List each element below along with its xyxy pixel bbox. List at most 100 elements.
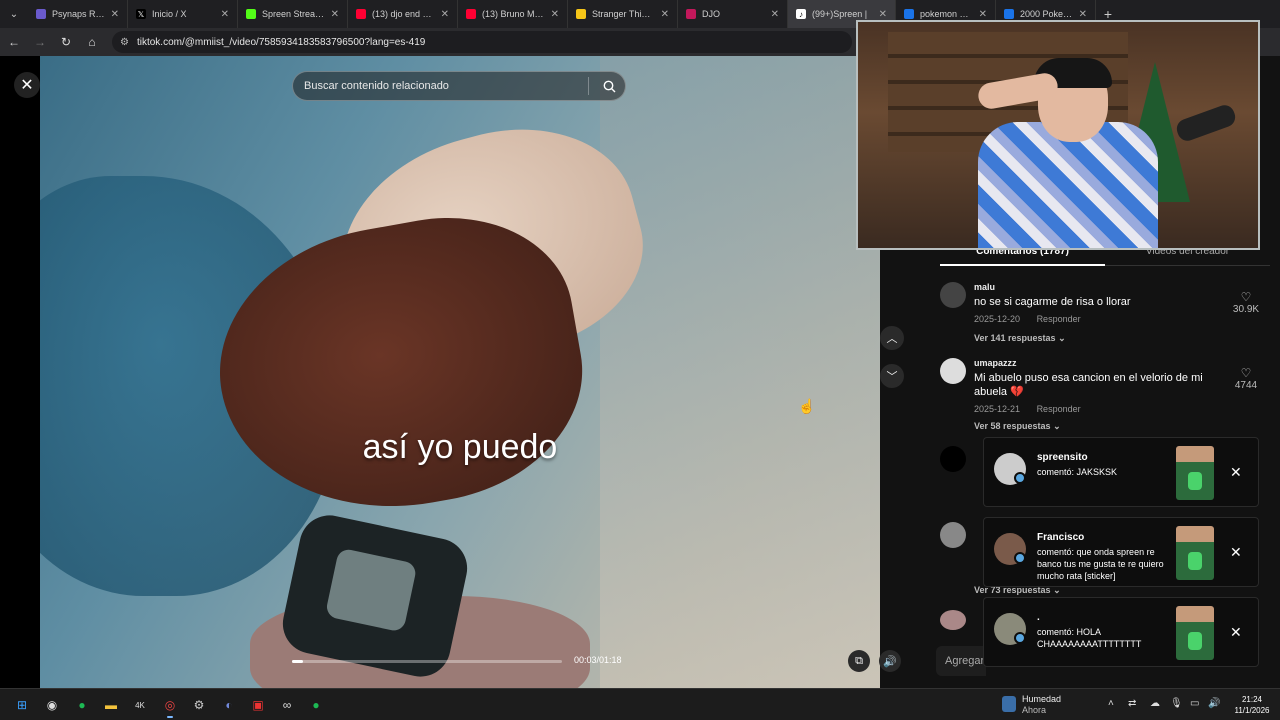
weather-subtitle: Ahora	[1022, 705, 1047, 715]
close-tab-icon[interactable]: ✕	[879, 9, 887, 20]
comment-text: no se si cagarme de risa o llorar	[974, 296, 1131, 308]
close-tab-icon[interactable]: ✕	[111, 9, 119, 20]
mouse-cursor-icon: ☝	[798, 398, 816, 414]
comment-text: Mi abuelo puso esa cancion en el velorio…	[974, 372, 1203, 398]
notification-message: comentó: JAKSKSK	[1037, 467, 1118, 477]
weather-title: Humedad	[1022, 694, 1062, 704]
url-text: tiktok.com/@mmiist_/video/75859341835837…	[136, 36, 426, 48]
close-tab-icon[interactable]: ✕	[331, 9, 339, 20]
close-tab-icon[interactable]: ✕	[771, 9, 779, 20]
comment-item: umapazzz Mi abuelo puso esa cancion en e…	[940, 358, 1270, 434]
reload-icon[interactable]: ↻	[54, 30, 78, 54]
network-icon[interactable]: ▭	[1190, 698, 1199, 709]
view-replies-button[interactable]: Ver 141 respuestas ⌄	[974, 333, 1066, 344]
url-field[interactable]: ⚙ tiktok.com/@mmiist_/video/758593418358…	[112, 31, 852, 53]
tab-search-chevron-icon[interactable]: ⌄	[0, 0, 28, 28]
clock-time: 21:24	[1241, 695, 1263, 704]
reply-button[interactable]: Responder	[1037, 314, 1081, 324]
youtube-favicon-icon	[356, 9, 366, 19]
windows-start-icon[interactable]: ⊞	[11, 694, 33, 716]
comment-user[interactable]: malu	[974, 282, 995, 292]
avatar[interactable]	[940, 446, 966, 472]
streaming-app-icon[interactable]: ▣	[247, 694, 269, 716]
weather-icon	[1002, 696, 1016, 712]
comment-notification[interactable]: Francisco comentó: que onda spreen re ba…	[983, 517, 1259, 587]
system-clock[interactable]: 21:24 11/1/2026	[1226, 694, 1278, 716]
related-search-box[interactable]	[292, 71, 626, 101]
4k-video-icon[interactable]: 4K	[129, 694, 151, 716]
close-tab-icon[interactable]: ✕	[1079, 9, 1087, 20]
active-app-indicator	[167, 716, 173, 718]
floating-player-icon[interactable]: ⧉	[848, 650, 870, 672]
close-tab-icon[interactable]: ✕	[551, 9, 559, 20]
screen: ⌄ Psynaps Remote ( ✕ 𝕏 Inicio / X ✕ Spre…	[0, 0, 1280, 720]
comment-notification[interactable]: spreensito comentó: JAKSKSK ✕	[983, 437, 1259, 507]
comment-item-partial	[940, 610, 980, 640]
tab-youtube-djo[interactable]: (13) djo end of be ✕	[348, 0, 458, 28]
tray-chevron-up-icon[interactable]: ˄	[1108, 698, 1114, 709]
comment-meta: 2025-12-21 Responder	[974, 404, 1095, 414]
close-icon[interactable]: ✕	[1230, 544, 1242, 561]
close-tab-icon[interactable]: ✕	[441, 9, 449, 20]
spotify-icon[interactable]: ●	[71, 694, 93, 716]
x-favicon-icon: 𝕏	[136, 9, 146, 19]
tab-stranger-things[interactable]: Stranger Things ( ✕	[568, 0, 678, 28]
like-count: 4744	[1234, 380, 1258, 391]
video-thumbnail	[1176, 446, 1214, 500]
video-time: 00:03/01:18	[574, 655, 622, 665]
view-replies-button[interactable]: Ver 58 respuestas ⌄	[974, 421, 1061, 432]
close-icon[interactable]: ✕	[1230, 624, 1242, 641]
imdb-favicon-icon	[576, 9, 586, 19]
avatar[interactable]	[940, 522, 966, 548]
spotify-icon[interactable]: ●	[305, 694, 327, 716]
close-icon[interactable]: ✕	[1230, 464, 1242, 481]
related-search-input[interactable]	[304, 80, 588, 92]
video-player[interactable]: así yo puedo	[40, 56, 880, 688]
close-tab-icon[interactable]: ✕	[221, 9, 229, 20]
tab-djo[interactable]: DJO ✕	[678, 0, 788, 28]
tab-kick[interactable]: Spreen Stream - V ✕	[238, 0, 348, 28]
avatar[interactable]	[940, 610, 966, 630]
notification-message: comentó: que onda spreen re banco tus me…	[1037, 547, 1164, 581]
discord-icon[interactable]: ◐	[218, 694, 240, 716]
sync-icon[interactable]: ⇄	[1128, 698, 1136, 709]
tab-psynaps[interactable]: Psynaps Remote ( ✕	[28, 0, 128, 28]
add-comment-input[interactable]: Agregar	[936, 646, 986, 676]
next-video-chevron-down-icon[interactable]: ﹀	[880, 364, 904, 388]
like-count: 30.9K	[1232, 304, 1260, 315]
like-button[interactable]: ♡ 4744	[1226, 366, 1266, 391]
close-tab-icon[interactable]: ✕	[661, 9, 669, 20]
volume-icon[interactable]: 🔊	[1208, 698, 1220, 709]
meta-icon[interactable]: ∞	[276, 694, 298, 716]
reply-button[interactable]: Responder	[1037, 404, 1081, 414]
search-icon[interactable]	[597, 74, 621, 98]
close-tab-icon[interactable]: ✕	[979, 9, 987, 20]
tab-x[interactable]: 𝕏 Inicio / X ✕	[128, 0, 238, 28]
psynaps-favicon-icon	[36, 9, 46, 19]
video-progress-bar[interactable]	[292, 660, 562, 663]
chrome-icon[interactable]: ◎	[159, 694, 181, 716]
site-info-icon[interactable]: ⚙	[120, 37, 129, 48]
previous-video-chevron-up-icon[interactable]: ︿	[880, 326, 904, 350]
comment-notification[interactable]: . comentó: HOLA CHAAAAAAAATTTTTTTT ✕	[983, 597, 1259, 667]
home-icon[interactable]: ⌂	[80, 30, 104, 54]
volume-icon[interactable]: 🔊	[879, 650, 901, 672]
search-divider	[588, 77, 589, 95]
video-thumbnail	[1176, 526, 1214, 580]
steam-icon[interactable]: ⚙	[188, 694, 210, 716]
microphone-icon[interactable]: 🎙	[1170, 698, 1183, 709]
avatar[interactable]	[940, 358, 966, 384]
tab-youtube-bruno[interactable]: (13) Bruno Mars - ✕	[458, 0, 568, 28]
back-arrow-icon[interactable]: ←	[2, 30, 26, 54]
comment-user[interactable]: umapazzz	[974, 358, 1017, 368]
heart-icon: ♡	[1240, 366, 1252, 380]
avatar[interactable]	[940, 282, 966, 308]
file-explorer-icon[interactable]: ▬	[100, 694, 122, 716]
obs-icon[interactable]: ◉	[41, 694, 63, 716]
notification-user: Francisco	[1037, 532, 1085, 543]
close-icon[interactable]: ✕	[14, 72, 40, 98]
like-button[interactable]: ♡ 30.9K	[1226, 290, 1266, 315]
cloud-icon[interactable]: ☁	[1150, 698, 1160, 709]
forward-arrow-icon[interactable]: →	[28, 30, 52, 54]
verified-badge-icon	[1014, 552, 1026, 564]
